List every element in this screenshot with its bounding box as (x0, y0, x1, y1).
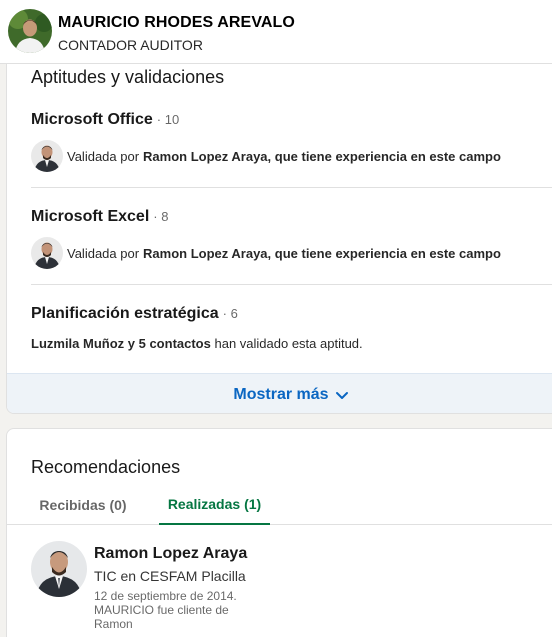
show-more-button[interactable]: Mostrar más (7, 373, 552, 413)
recommendation-tabs: Recibidas (0) Realizadas (1) (7, 485, 552, 525)
recommendation-meta: 12 de septiembre de 2014. MAURICIO fue c… (94, 589, 264, 631)
endorsers-link[interactable]: Luzmila Muñoz y 5 contactos (31, 336, 211, 351)
skill-endorsement: Validada por Ramon Lopez Araya, que tiene… (31, 140, 505, 172)
divider (31, 284, 552, 285)
skill-name-text: Microsoft Office (31, 111, 153, 128)
endorse-prefix: Validada por (67, 245, 140, 261)
skills-card: Aptitudes y validaciones Microsoft Offic… (6, 30, 552, 414)
skill-name-text: Planificación estratégica (31, 305, 219, 322)
profile-headline: CONTADOR AUDITOR (58, 37, 203, 53)
endorser-avatar[interactable] (31, 140, 63, 172)
skill-name[interactable]: Planificación estratégica · 6 (31, 305, 238, 323)
recommender-avatar[interactable] (31, 541, 87, 597)
recommendation-relation: MAURICIO fue cliente de Ramon (94, 603, 229, 631)
skill-endorsement: Validada por Ramon Lopez Araya, que tiene… (31, 237, 505, 269)
recommender-name[interactable]: Ramon Lopez Araya (94, 545, 247, 563)
skill-name[interactable]: Microsoft Excel · 8 (31, 208, 168, 226)
profile-name: MAURICIO RHODES AREVALO (58, 14, 295, 31)
endorse-suffix: han validado esta aptitud. (214, 336, 363, 351)
skill-count: · 10 (156, 112, 180, 127)
endorser-link[interactable]: Ramon Lopez Araya, que tiene experiencia… (143, 149, 501, 164)
profile-avatar[interactable] (8, 9, 52, 53)
skill-count: · 8 (153, 209, 169, 224)
skill-name[interactable]: Microsoft Office · 10 (31, 111, 179, 129)
recommender-role: TIC en CESFAM Placilla (94, 568, 246, 584)
endorse-prefix: Validada por (67, 148, 140, 164)
show-more-label: Mostrar más (233, 385, 329, 403)
divider (31, 187, 552, 188)
skill-endorsement-summary: Luzmila Muñoz y 5 contactos han validado… (31, 336, 363, 351)
recommendations-section-title: Recomendaciones (31, 457, 181, 477)
profile-header-bar: MAURICIO RHODES AREVALO CONTADOR AUDITOR (0, 0, 552, 64)
tab-received[interactable]: Recibidas (0) (31, 485, 135, 525)
endorser-link[interactable]: Ramon Lopez Araya, que tiene experiencia… (143, 246, 501, 261)
skill-name-text: Microsoft Excel (31, 208, 150, 225)
tab-given[interactable]: Realizadas (1) (159, 485, 270, 525)
recommendations-card: Recomendaciones Recibidas (0) Realizadas… (6, 428, 552, 637)
recommendation-date: 12 de septiembre de 2014. (94, 589, 237, 603)
skills-section-title: Aptitudes y validaciones (31, 67, 225, 87)
skill-count: · 6 (222, 306, 238, 321)
chevron-down-icon (335, 391, 348, 399)
endorser-avatar[interactable] (31, 237, 63, 269)
